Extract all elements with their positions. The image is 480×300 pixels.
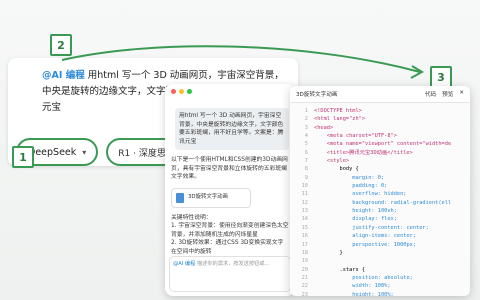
annotation-arrows [61, 45, 425, 79]
arrow-to-code-window [61, 45, 421, 73]
